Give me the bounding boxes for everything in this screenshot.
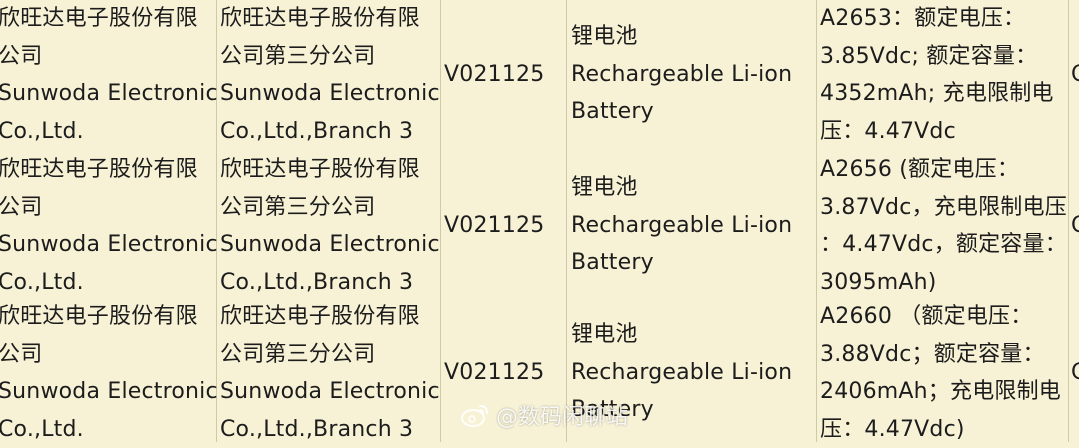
description-line: Rechargeable Li-ion — [571, 56, 811, 94]
model-cell: V021125 — [444, 151, 564, 299]
spec-line: 压：4.47Vdc) — [820, 411, 1070, 448]
description-line: Battery — [571, 244, 811, 282]
description-line: Rechargeable Li-ion — [571, 207, 811, 245]
table-row: 欣旺达电子股份有限 公司 Sunwoda Electronic Co.,Ltd.… — [0, 0, 1079, 148]
branch-line: Sunwoda Electronic — [220, 75, 435, 113]
spec-line: 3.85Vdc; 额定容量： — [820, 38, 1070, 76]
branch-cell: 欣旺达电子股份有限 公司第三分公司 Sunwoda Electronic Co.… — [220, 0, 435, 148]
manufacturer-line: 公司 — [0, 336, 213, 374]
manufacturer-line: Co.,Ltd. — [0, 411, 213, 448]
description-line: Rechargeable Li-ion — [571, 354, 811, 392]
table-row: 欣旺达电子股份有限 公司 Sunwoda Electronic Co.,Ltd.… — [0, 151, 1079, 299]
edge-text: C — [1071, 0, 1079, 94]
branch-line: 公司第三分公司 — [220, 189, 435, 227]
manufacturer-cell: 欣旺达电子股份有限 公司 Sunwoda Electronic Co.,Ltd. — [0, 151, 213, 299]
branch-line: Co.,Ltd.,Branch 3 — [220, 264, 435, 302]
certification-table: 欣旺达电子股份有限 公司 Sunwoda Electronic Co.,Ltd.… — [0, 0, 1079, 442]
weibo-icon — [460, 402, 490, 428]
spec-line: 3.87Vdc，充电限制电压 — [820, 189, 1070, 227]
model-number: V021125 — [444, 0, 564, 94]
branch-line: Sunwoda Electronic — [220, 226, 435, 264]
manufacturer-line: Sunwoda Electronic — [0, 373, 213, 411]
manufacturer-line: 欣旺达电子股份有限 — [0, 298, 213, 336]
spec-cell: A2653：额定电压： 3.85Vdc; 额定容量： 4352mAh; 充电限制… — [820, 0, 1070, 148]
manufacturer-line: Co.,Ltd. — [0, 113, 213, 151]
spec-line: A2653：额定电压： — [820, 0, 1070, 38]
branch-line: Co.,Ltd.,Branch 3 — [220, 113, 435, 151]
model-number: V021125 — [444, 151, 564, 245]
branch-line: 欣旺达电子股份有限 — [220, 151, 435, 189]
manufacturer-line: 公司 — [0, 38, 213, 76]
spec-line: 3095mAh) — [820, 264, 1070, 302]
description-line: Battery — [571, 93, 811, 131]
branch-line: 欣旺达电子股份有限 — [220, 298, 435, 336]
model-number: V021125 — [444, 298, 564, 392]
branch-line: 欣旺达电子股份有限 — [220, 0, 435, 38]
edge-cell: C — [1071, 0, 1079, 148]
branch-line: Sunwoda Electronic — [220, 373, 435, 411]
manufacturer-line: 欣旺达电子股份有限 — [0, 151, 213, 189]
manufacturer-line: Sunwoda Electronic — [0, 226, 213, 264]
manufacturer-line: 欣旺达电子股份有限 — [0, 0, 213, 38]
branch-line: 公司第三分公司 — [220, 38, 435, 76]
edge-text: C — [1071, 298, 1079, 392]
description-cell: 锂电池 Rechargeable Li-ion Battery — [571, 151, 811, 299]
watermark: @数码闲聊站 — [460, 395, 628, 435]
edge-cell: C — [1071, 298, 1079, 446]
spec-line: 4352mAh; 充电限制电 — [820, 75, 1070, 113]
branch-cell: 欣旺达电子股份有限 公司第三分公司 Sunwoda Electronic Co.… — [220, 298, 435, 446]
description-line: 锂电池 — [571, 18, 811, 56]
spec-line: 3.88Vdc；额定容量： — [820, 336, 1070, 374]
model-cell: V021125 — [444, 0, 564, 148]
watermark-text: @数码闲聊站 — [496, 399, 628, 431]
spec-cell: A2660 （额定电压： 3.88Vdc；额定容量： 2406mAh；充电限制电… — [820, 298, 1070, 446]
manufacturer-cell: 欣旺达电子股份有限 公司 Sunwoda Electronic Co.,Ltd. — [0, 0, 213, 148]
spec-cell: A2656 (额定电压： 3.87Vdc，充电限制电压 ：4.47Vdc，额定容… — [820, 151, 1070, 299]
manufacturer-line: Co.,Ltd. — [0, 264, 213, 302]
manufacturer-line: 公司 — [0, 189, 213, 227]
manufacturer-line: Sunwoda Electronic — [0, 75, 213, 113]
spec-line: ：4.47Vdc，额定容量： — [820, 226, 1070, 264]
spec-line: 2406mAh；充电限制电 — [820, 373, 1070, 411]
branch-line: 公司第三分公司 — [220, 336, 435, 374]
description-cell: 锂电池 Rechargeable Li-ion Battery — [571, 0, 811, 148]
spec-line: A2660 （额定电压： — [820, 298, 1070, 336]
edge-text: C — [1071, 151, 1079, 245]
branch-line: Co.,Ltd.,Branch 3 — [220, 411, 435, 448]
edge-cell: C — [1071, 151, 1079, 299]
spec-line: A2656 (额定电压： — [820, 151, 1070, 189]
manufacturer-cell: 欣旺达电子股份有限 公司 Sunwoda Electronic Co.,Ltd. — [0, 298, 213, 446]
description-line: 锂电池 — [571, 169, 811, 207]
branch-cell: 欣旺达电子股份有限 公司第三分公司 Sunwoda Electronic Co.… — [220, 151, 435, 299]
description-line: 锂电池 — [571, 316, 811, 354]
spec-line: 压：4.47Vdc — [820, 113, 1070, 151]
